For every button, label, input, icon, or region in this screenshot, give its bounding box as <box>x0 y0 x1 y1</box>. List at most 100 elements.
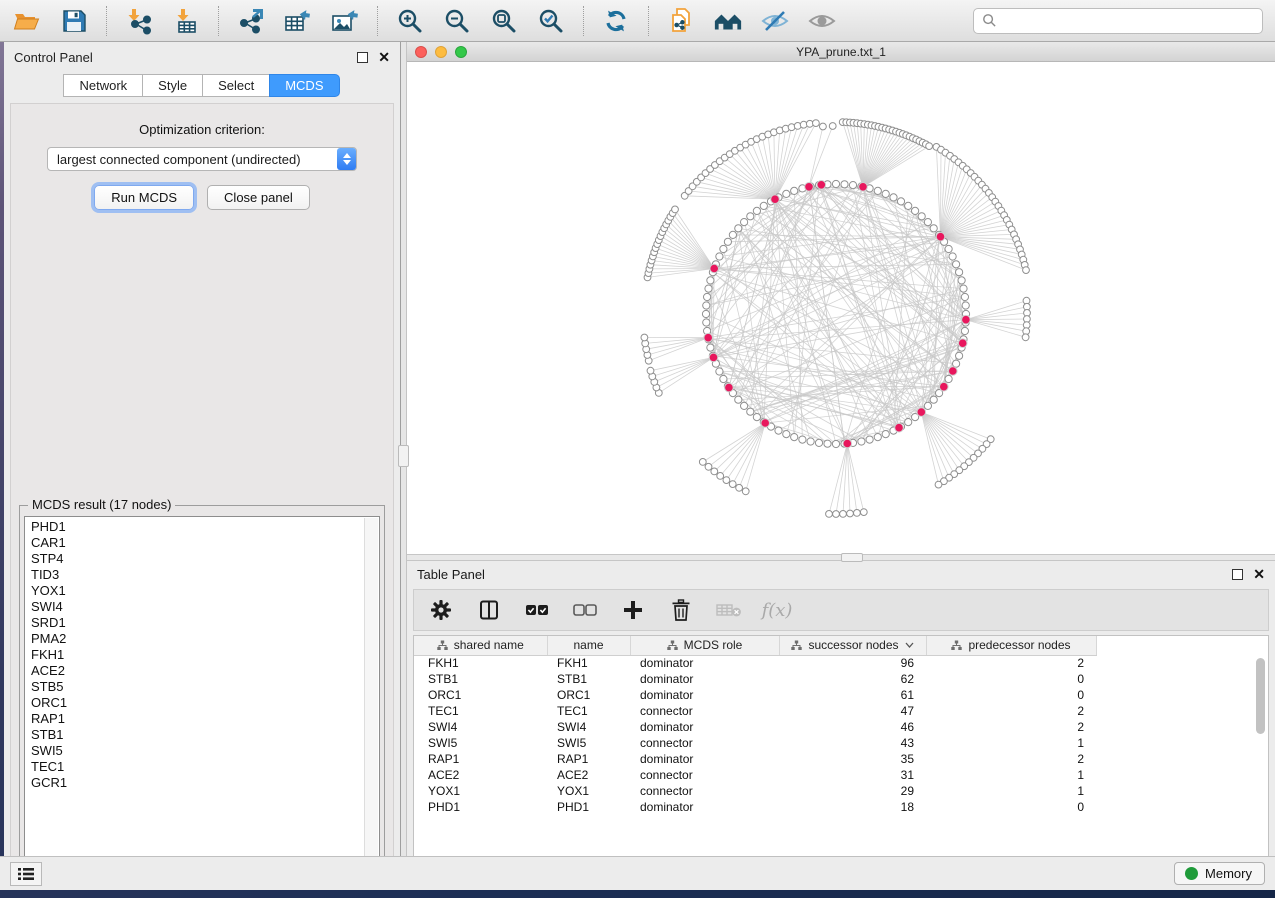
table-row[interactable]: ORC1 ORC1 dominator 61 0 <box>414 687 1268 703</box>
column-header[interactable]: shared name <box>414 636 547 655</box>
fx-icon: f(x) <box>762 600 793 621</box>
mcds-result-item[interactable]: PHD1 <box>31 519 379 535</box>
select-all-rows-button[interactable] <box>524 597 550 623</box>
table-scrollbar[interactable] <box>1255 658 1266 860</box>
optimization-criterion-label: Optimization criterion: <box>11 122 393 137</box>
float-panel-icon[interactable] <box>1232 569 1243 580</box>
export-image-button[interactable] <box>330 6 360 36</box>
shared-column-icon <box>667 640 678 651</box>
mcds-result-item[interactable]: ACE2 <box>31 663 379 679</box>
delete-column-button[interactable] <box>668 597 694 623</box>
vertical-splitter[interactable] <box>401 42 407 890</box>
show-panels-button[interactable] <box>10 862 42 886</box>
close-panel-button[interactable]: Close panel <box>207 185 310 210</box>
import-network-button[interactable] <box>124 6 154 36</box>
zoom-out-icon <box>443 7 471 35</box>
open-file-button[interactable] <box>12 6 42 36</box>
node-table: shared name <box>413 635 1269 860</box>
mcds-result-item[interactable]: SWI5 <box>31 743 379 759</box>
mcds-result-item[interactable]: PMA2 <box>31 631 379 647</box>
result-list-scrollbar[interactable] <box>364 518 378 868</box>
mcds-result-item[interactable]: TID3 <box>31 567 379 583</box>
column-header[interactable]: MCDS role <box>630 636 779 655</box>
refresh-icon <box>602 7 630 35</box>
table-row[interactable]: STB1 STB1 dominator 62 0 <box>414 671 1268 687</box>
mcds-result-item[interactable]: CAR1 <box>31 535 379 551</box>
network-window: YPA_prune.txt_1 <box>407 42 1275 554</box>
trash-icon <box>671 599 691 621</box>
control-panel-tab[interactable]: Style <box>142 74 203 97</box>
mcds-result-item[interactable]: RAP1 <box>31 711 379 727</box>
mcds-result-item[interactable]: STB5 <box>31 679 379 695</box>
mcds-result-item[interactable]: ORC1 <box>31 695 379 711</box>
control-panel-title: Control Panel <box>14 50 93 65</box>
status-bar: Memory <box>0 856 1275 890</box>
memory-button[interactable]: Memory <box>1174 862 1265 885</box>
show-all-button[interactable] <box>807 6 837 36</box>
network-graph[interactable] <box>407 62 1275 554</box>
duplicate-network-button[interactable] <box>666 6 696 36</box>
column-settings-button[interactable] <box>428 597 454 623</box>
control-panel-tab[interactable]: Network <box>63 74 143 97</box>
zoom-out-button[interactable] <box>442 6 472 36</box>
export-table-button[interactable] <box>283 6 313 36</box>
network-titlebar[interactable]: YPA_prune.txt_1 <box>407 42 1275 62</box>
horizontal-splitter[interactable] <box>407 554 1275 561</box>
table-row[interactable]: RAP1 RAP1 dominator 35 2 <box>414 751 1268 767</box>
network-title: YPA_prune.txt_1 <box>407 45 1275 59</box>
mcds-result-item[interactable]: STB1 <box>31 727 379 743</box>
deselect-all-rows-button[interactable] <box>572 597 598 623</box>
zoom-fit-button[interactable] <box>489 6 519 36</box>
close-panel-icon[interactable]: ✕ <box>378 52 390 63</box>
control-panel-tab[interactable]: MCDS <box>269 74 339 97</box>
table-row[interactable]: ACE2 ACE2 connector 31 1 <box>414 767 1268 783</box>
table-body: FKH1 FKH1 dominator 96 2 STB1 STB1 <box>414 655 1268 815</box>
table-row[interactable]: SWI5 SWI5 connector 43 1 <box>414 735 1268 751</box>
mcds-result-item[interactable]: YOX1 <box>31 583 379 599</box>
control-panel-tabs: Network Style Select MCDS <box>64 74 339 97</box>
hide-selected-button[interactable] <box>760 6 790 36</box>
table-row[interactable]: FKH1 FKH1 dominator 96 2 <box>414 655 1268 671</box>
column-header[interactable]: successor nodes <box>779 636 926 655</box>
delete-table-icon <box>716 602 742 618</box>
mcds-result-item[interactable]: SWI4 <box>31 599 379 615</box>
import-table-button[interactable] <box>171 6 201 36</box>
table-panel: Table Panel ✕ <box>407 561 1275 890</box>
save-session-button[interactable] <box>59 6 89 36</box>
unchecked-boxes-icon <box>573 603 597 617</box>
column-header[interactable]: name <box>547 636 630 655</box>
zoom-in-icon <box>396 7 424 35</box>
optimization-criterion-select[interactable]: largest connected component (undirected) <box>47 147 357 171</box>
control-panel-tab[interactable]: Select <box>202 74 270 97</box>
table-row[interactable]: TEC1 TEC1 connector 47 2 <box>414 703 1268 719</box>
table-row[interactable]: YOX1 YOX1 connector 29 1 <box>414 783 1268 799</box>
mcds-result-item[interactable]: FKH1 <box>31 647 379 663</box>
mcds-result-item[interactable]: GCR1 <box>31 775 379 791</box>
float-panel-icon[interactable] <box>357 52 368 63</box>
scrollbar-thumb[interactable] <box>1256 658 1265 734</box>
search-input[interactable] <box>1003 13 1254 28</box>
zoom-fit-icon <box>490 7 518 35</box>
import-table-icon <box>172 7 200 35</box>
zoom-in-button[interactable] <box>395 6 425 36</box>
run-mcds-button[interactable]: Run MCDS <box>94 185 194 210</box>
mcds-result-item[interactable]: STP4 <box>31 551 379 567</box>
zoom-selected-button[interactable] <box>536 6 566 36</box>
create-column-button[interactable] <box>620 597 646 623</box>
export-network-icon <box>237 7 265 35</box>
refresh-view-button[interactable] <box>601 6 631 36</box>
mcds-result-group: MCDS result (17 nodes) PHD1 CAR1 STP4 TI… <box>19 505 385 875</box>
splitter-grip[interactable] <box>841 553 863 562</box>
column-header[interactable]: predecessor nodes <box>926 636 1096 655</box>
mcds-result-item[interactable]: TEC1 <box>31 759 379 775</box>
show-columns-button[interactable] <box>476 597 502 623</box>
table-row[interactable]: SWI4 SWI4 dominator 46 2 <box>414 719 1268 735</box>
close-panel-icon[interactable]: ✕ <box>1253 569 1265 580</box>
splitter-grip[interactable] <box>398 445 409 467</box>
function-builder-button: f(x) <box>764 597 790 623</box>
first-neighbors-button[interactable] <box>713 6 743 36</box>
search-box[interactable] <box>973 8 1263 34</box>
mcds-result-item[interactable]: SRD1 <box>31 615 379 631</box>
table-row[interactable]: PHD1 PHD1 dominator 18 0 <box>414 799 1268 815</box>
export-network-button[interactable] <box>236 6 266 36</box>
